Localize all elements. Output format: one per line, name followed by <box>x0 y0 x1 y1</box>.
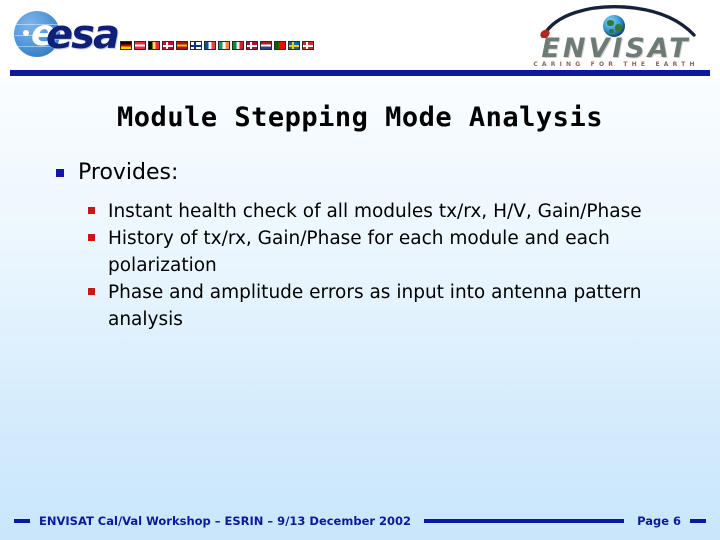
footer-event-text: ENVISAT Cal/Val Workshop – ESRIN – 9/13 … <box>39 514 412 528</box>
bullet-marker-red-icon <box>88 234 95 241</box>
flag-italy <box>232 41 244 50</box>
flag-netherlands <box>260 41 272 50</box>
slide-header: e esa ENVISAT CARING FOR THE EARTH <box>0 0 720 78</box>
bullet-level2: Instant health check of all modules tx/r… <box>86 198 688 225</box>
flag-spain <box>176 41 188 50</box>
flag-austria <box>134 41 146 50</box>
flag-france <box>204 41 216 50</box>
flag-germany <box>120 41 132 50</box>
footer-dash-left-icon <box>14 519 30 523</box>
flag-denmark <box>162 41 174 50</box>
bullet-level2-label: Phase and amplitude errors as input into… <box>108 282 642 330</box>
bullet-level2: Phase and amplitude errors as input into… <box>86 279 688 333</box>
flag-belgium <box>148 41 160 50</box>
page-title: Module Stepping Mode Analysis <box>117 102 603 133</box>
esa-logo: e esa <box>14 9 314 65</box>
flag-finland <box>190 41 202 50</box>
bullet-marker-red-icon <box>88 207 95 214</box>
bullet-sublist: Instant health check of all modules tx/r… <box>86 198 688 333</box>
slide: e esa ENVISAT CARING FOR THE EARTH Modul… <box>0 0 720 540</box>
header-divider <box>10 70 710 76</box>
footer-dash-right-icon <box>690 519 706 523</box>
flag-switzerland <box>302 41 314 50</box>
slide-content: Provides: Instant health check of all mo… <box>48 158 688 333</box>
bullet-level1-label: Provides: <box>78 160 179 185</box>
esa-member-flags <box>120 41 314 50</box>
bullet-level2: History of tx/rx, Gain/Phase for each mo… <box>86 225 688 279</box>
envisat-logo: ENVISAT CARING FOR THE EARTH <box>526 3 706 71</box>
flag-norway <box>246 41 258 50</box>
footer-page-number: Page 6 <box>637 514 681 528</box>
esa-wordmark: esa <box>46 12 120 58</box>
esa-globe-dot <box>23 30 29 36</box>
envisat-wordmark: ENVISAT <box>541 33 691 64</box>
bullet-level2-label: History of tx/rx, Gain/Phase for each mo… <box>108 228 610 276</box>
flag-ireland <box>218 41 230 50</box>
slide-footer: ENVISAT Cal/Val Workshop – ESRIN – 9/13 … <box>0 504 720 540</box>
bullet-marker-blue-icon <box>56 169 64 177</box>
flag-sweden <box>288 41 300 50</box>
flag-portugal <box>274 41 286 50</box>
bullet-level1: Provides: <box>48 158 688 188</box>
footer-divider <box>424 519 625 523</box>
bullet-marker-red-icon <box>88 288 95 295</box>
envisat-tagline: CARING FOR THE EARTH <box>533 61 699 68</box>
bullet-level2-label: Instant health check of all modules tx/r… <box>108 201 642 222</box>
